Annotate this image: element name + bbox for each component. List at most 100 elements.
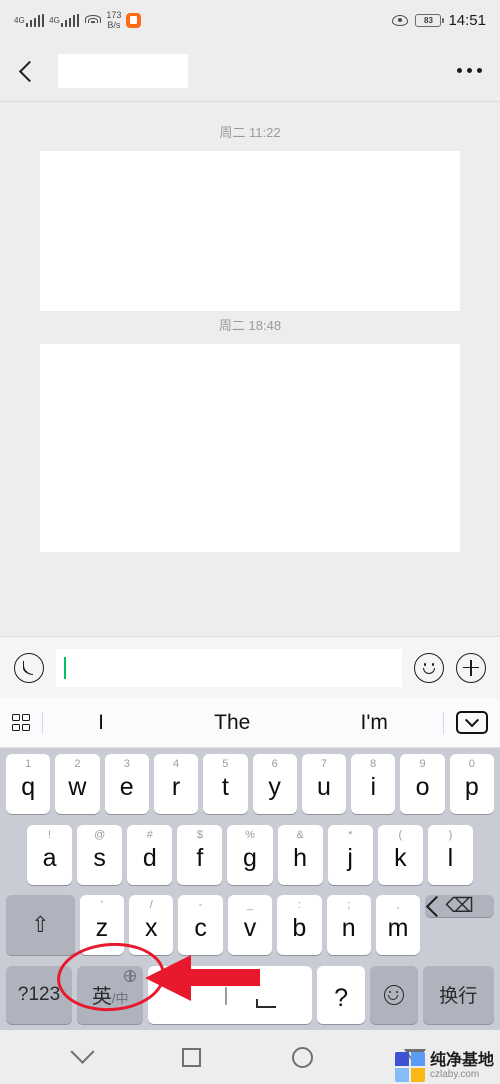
emoji-face-icon (383, 984, 404, 1005)
virtual-keyboard: 1 q 2 w 3 e 4 r 5 t 6 y 7 u 8 i 9 o 0 p … (0, 748, 500, 1030)
message-bubble-redacted[interactable] (40, 344, 460, 552)
emoji-button[interactable] (414, 652, 444, 683)
key-label: n (341, 914, 356, 943)
key-u[interactable]: 7 u (301, 754, 347, 814)
keyboard-row-1: 1 q 2 w 3 e 4 r 5 t 6 y 7 u 8 i 9 o 0 p (3, 754, 497, 814)
key-label: g (243, 843, 257, 872)
suggestion-word[interactable]: I'm (361, 711, 388, 735)
key-label: j (347, 843, 353, 872)
backspace-icon: ⌫ (445, 895, 474, 918)
key-f[interactable]: $ f (177, 824, 223, 885)
key-hint: 2 (74, 758, 81, 770)
suggestion-word[interactable]: I (98, 711, 104, 735)
key-s[interactable]: @ s (77, 824, 123, 885)
backspace-key[interactable]: ⌫ (425, 895, 495, 918)
keyboard-panel-button[interactable] (0, 713, 42, 732)
key-d[interactable]: # d (127, 824, 173, 885)
enter-key-label: 换行 (439, 986, 478, 1008)
key-h[interactable]: & h (277, 824, 323, 885)
status-bar: 4G 4G 173 B/s 83 14:51 (0, 0, 500, 40)
key-c[interactable]: - c (178, 895, 223, 956)
key-label: v (243, 914, 257, 943)
key-b[interactable]: : b (277, 895, 322, 956)
microphone-icon[interactable] (224, 987, 235, 1006)
key-hint: @ (94, 828, 106, 841)
key-hint: 1 (25, 758, 32, 770)
key-hint: * (348, 828, 353, 841)
key-l[interactable]: ) l (427, 824, 473, 885)
key-k[interactable]: ( k (377, 824, 423, 885)
key-hint: ' (100, 899, 103, 912)
home-button-icon[interactable] (292, 1046, 314, 1068)
key-g[interactable]: % g (227, 824, 273, 885)
question-mark-key[interactable]: ? (317, 965, 365, 1024)
key-n[interactable]: ; n (326, 895, 371, 956)
keyboard-row-2: ! a @ s # d $ f % g & h * j ( k) l (3, 824, 497, 885)
key-x[interactable]: / x (129, 895, 174, 956)
key-hint: 7 (320, 758, 327, 770)
add-more-button[interactable] (456, 652, 486, 683)
plus-icon (463, 659, 479, 676)
key-hint: / (149, 899, 153, 912)
emoji-key[interactable] (369, 965, 418, 1024)
symbols-key[interactable]: ?123 (6, 965, 73, 1024)
wifi-icon (84, 14, 101, 27)
key-t[interactable]: 5 t (203, 754, 248, 814)
key-p[interactable]: 0 p (449, 754, 494, 814)
network-type-label-2: 4G (49, 15, 60, 25)
suggestion-words: I The I'm (43, 711, 443, 735)
key-label: k (394, 843, 407, 872)
globe-icon (124, 969, 137, 982)
key-label: s (93, 843, 106, 872)
key-label: d (142, 843, 157, 872)
watermark-logo-icon (394, 1052, 425, 1082)
key-a[interactable]: ! a (27, 824, 73, 885)
key-q[interactable]: 1 q (6, 754, 51, 814)
key-hint: , (396, 899, 400, 912)
key-hint: ( (398, 828, 403, 841)
suggestion-word[interactable]: The (214, 711, 250, 735)
data-speed-indicator: 173 B/s (106, 10, 121, 30)
message-text-input[interactable] (56, 648, 402, 687)
key-hint: - (198, 899, 203, 912)
space-key-inner (148, 966, 312, 1024)
key-z[interactable]: ' z (79, 895, 125, 956)
key-e[interactable]: 3 e (104, 754, 149, 814)
suggestion-bar: I The I'm (0, 698, 500, 748)
signal-bars-icon-2 (60, 13, 80, 27)
key-r[interactable]: 4 r (153, 754, 199, 814)
shift-key[interactable]: ⇧ (6, 895, 75, 956)
key-hint: $ (196, 828, 203, 841)
key-m[interactable]: , m (375, 895, 421, 956)
collapse-chevron-icon[interactable] (70, 1039, 95, 1064)
key-y[interactable]: 6 y (252, 754, 297, 814)
language-toggle-key[interactable]: 英 / 中 (77, 965, 144, 1024)
message-bubble-redacted[interactable] (40, 151, 460, 311)
key-hint: 3 (123, 758, 130, 770)
key-w[interactable]: 2 w (55, 754, 100, 814)
key-label: e (119, 773, 134, 801)
key-label: b (292, 914, 307, 943)
key-i[interactable]: 8 i (351, 754, 396, 814)
more-options-button[interactable] (457, 68, 482, 73)
site-watermark: 纯净基地 czlaby.com (394, 1052, 494, 1082)
key-o[interactable]: 9 o (400, 754, 445, 814)
key-hint: ! (48, 828, 52, 841)
keyboard-row-4: ?123 英 / 中 ? 换行 (3, 965, 497, 1024)
voice-input-button[interactable] (14, 652, 44, 683)
message-input-bar (0, 636, 500, 698)
contact-name-redacted (58, 53, 188, 88)
space-corner-mark (256, 998, 277, 1008)
enter-key[interactable]: 换行 (422, 965, 494, 1024)
key-hint: 6 (271, 758, 278, 770)
watermark-text: 纯净基地 czlaby.com (430, 1053, 494, 1080)
hide-keyboard-button[interactable] (444, 711, 500, 734)
recents-button-icon[interactable] (181, 1047, 201, 1067)
symbols-key-label: ?123 (17, 983, 61, 1005)
key-label: h (293, 843, 308, 872)
back-button[interactable] (18, 60, 40, 82)
key-v[interactable]: _ v (227, 895, 273, 956)
key-label: p (464, 773, 479, 801)
space-key[interactable] (148, 965, 313, 1024)
key-j[interactable]: * j (327, 824, 373, 885)
